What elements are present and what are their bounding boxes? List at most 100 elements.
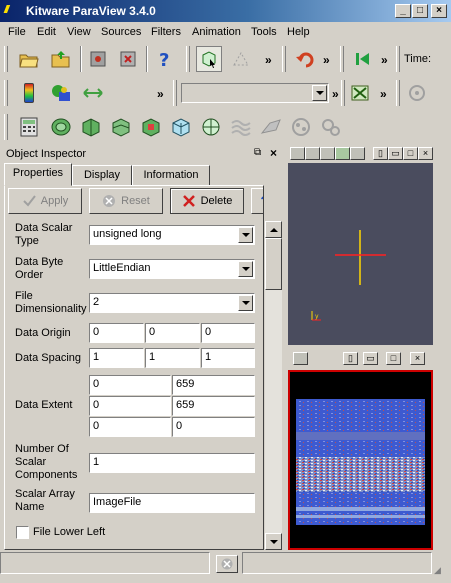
- file-lower-left-checkbox[interactable]: [16, 526, 29, 539]
- extract-level-icon[interactable]: [318, 114, 344, 140]
- num-scalar-components-input[interactable]: 1: [89, 453, 255, 473]
- data-extent-ymin-input[interactable]: 0: [89, 396, 171, 416]
- tab-display[interactable]: Display: [72, 165, 132, 186]
- save-state-icon[interactable]: [116, 46, 142, 72]
- scroll-down-button[interactable]: [265, 533, 282, 550]
- data-extent-zmax-input[interactable]: 0: [172, 417, 255, 437]
- view-camera-icon[interactable]: [290, 147, 305, 160]
- toolbar-grip[interactable]: [282, 46, 286, 72]
- minimize-button[interactable]: _: [395, 4, 411, 18]
- float-panel-icon[interactable]: ⧉: [254, 147, 261, 158]
- contour-icon[interactable]: [48, 114, 74, 140]
- close-view-icon[interactable]: ×: [410, 352, 425, 365]
- chevron-down-icon[interactable]: [312, 85, 327, 101]
- view-camera-icon[interactable]: [293, 352, 308, 365]
- data-origin-z-input[interactable]: 0: [201, 323, 255, 343]
- data-extent-xmin-input[interactable]: 0: [89, 375, 171, 395]
- file-dimensionality-select[interactable]: 2: [89, 293, 255, 313]
- clip-icon[interactable]: [78, 114, 104, 140]
- view-camera-icon[interactable]: [305, 147, 320, 160]
- warp-icon[interactable]: [258, 114, 284, 140]
- menu-filters[interactable]: Filters: [151, 25, 181, 39]
- close-view-icon[interactable]: ×: [418, 147, 433, 160]
- interact-select-icon[interactable]: [196, 46, 222, 72]
- data-extent-ymax-input[interactable]: 659: [172, 396, 255, 416]
- delete-button[interactable]: Delete: [170, 188, 244, 214]
- toolbar-grip[interactable]: [396, 46, 400, 72]
- view-camera-icon[interactable]: [350, 147, 365, 160]
- resize-grip-icon[interactable]: ◢: [434, 565, 441, 576]
- open-file-icon[interactable]: [16, 46, 42, 72]
- chevron-down-icon[interactable]: [238, 261, 253, 277]
- toolbar-grip[interactable]: [4, 46, 8, 72]
- scroll-thumb[interactable]: [265, 238, 282, 290]
- data-spacing-z-input[interactable]: 1: [201, 348, 255, 368]
- load-state-icon[interactable]: [48, 46, 74, 72]
- maximize-view-icon[interactable]: □: [386, 352, 401, 365]
- data-spacing-x-input[interactable]: 1: [89, 348, 144, 368]
- data-scalar-type-select[interactable]: unsigned long: [89, 225, 255, 245]
- menu-view[interactable]: View: [67, 25, 91, 39]
- toolbar-grip[interactable]: [4, 114, 8, 140]
- toolbar-overflow[interactable]: »: [157, 87, 163, 101]
- abort-button[interactable]: [216, 555, 238, 573]
- view-camera-icon[interactable]: [320, 147, 335, 160]
- menu-file[interactable]: File: [8, 25, 26, 39]
- toolbar-overflow[interactable]: »: [381, 53, 387, 67]
- split-horizontal-icon[interactable]: ▯: [373, 147, 388, 160]
- variable-select-dropdown[interactable]: [181, 83, 329, 103]
- toolbar-overflow[interactable]: »: [265, 53, 271, 67]
- toolbar-grip[interactable]: [4, 80, 8, 106]
- group-datasets-icon[interactable]: [288, 114, 314, 140]
- split-vertical-icon[interactable]: ▭: [363, 352, 378, 365]
- slice-icon[interactable]: [108, 114, 134, 140]
- save-data-icon[interactable]: [86, 46, 112, 72]
- undo-icon[interactable]: [292, 46, 318, 72]
- tab-properties[interactable]: Properties: [4, 163, 72, 186]
- menu-animation[interactable]: Animation: [192, 25, 241, 39]
- calculator-icon[interactable]: [16, 114, 42, 140]
- menu-tools[interactable]: Tools: [251, 25, 277, 39]
- data-origin-y-input[interactable]: 0: [145, 323, 200, 343]
- properties-scrollbar[interactable]: [265, 221, 282, 550]
- reset-button[interactable]: Reset: [89, 188, 163, 214]
- title-bar[interactable]: /// Kitware ParaView 3.4.0 _ □ ×: [0, 0, 451, 22]
- render-canvas-top[interactable]: y: [288, 163, 433, 345]
- extract-subset-icon[interactable]: [168, 114, 194, 140]
- menu-sources[interactable]: Sources: [101, 25, 141, 39]
- menu-edit[interactable]: Edit: [37, 25, 56, 39]
- render-canvas-bottom-active[interactable]: [288, 370, 433, 550]
- color-legend-icon[interactable]: [16, 80, 42, 106]
- chevron-down-icon[interactable]: [238, 295, 253, 311]
- data-spacing-y-input[interactable]: 1: [145, 348, 200, 368]
- data-extent-xmax-input[interactable]: 659: [172, 375, 255, 395]
- stream-tracer-icon[interactable]: [228, 114, 254, 140]
- menu-help[interactable]: Help: [287, 25, 310, 39]
- scalar-array-name-input[interactable]: ImageFile: [89, 493, 255, 513]
- select-cells-icon[interactable]: [228, 46, 254, 72]
- data-extent-zmin-input[interactable]: 0: [89, 417, 171, 437]
- close-button[interactable]: ×: [431, 4, 447, 18]
- toolbar-overflow[interactable]: »: [323, 53, 329, 67]
- first-frame-icon[interactable]: [350, 46, 376, 72]
- apply-button[interactable]: Apply: [8, 188, 82, 214]
- split-vertical-icon[interactable]: ▭: [388, 147, 403, 160]
- reset-camera-icon[interactable]: [347, 80, 373, 106]
- edit-color-map-icon[interactable]: [48, 80, 74, 106]
- toolbar-grip[interactable]: [396, 80, 400, 106]
- toolbar-grip[interactable]: [173, 80, 177, 106]
- rescale-range-icon[interactable]: [80, 80, 106, 106]
- toolbar-grip[interactable]: [186, 46, 190, 72]
- toolbar-overflow[interactable]: »: [332, 87, 338, 101]
- scroll-up-button[interactable]: [265, 221, 282, 238]
- chevron-down-icon[interactable]: [238, 227, 253, 243]
- glyph-icon[interactable]: [198, 114, 224, 140]
- threshold-icon[interactable]: [138, 114, 164, 140]
- help-icon[interactable]: ?: [152, 46, 178, 72]
- help-button[interactable]: ?: [251, 188, 263, 214]
- maximize-button[interactable]: □: [412, 4, 428, 18]
- data-origin-x-input[interactable]: 0: [89, 323, 144, 343]
- close-panel-icon[interactable]: ×: [270, 146, 277, 160]
- tab-information[interactable]: Information: [132, 165, 210, 186]
- toolbar-grip[interactable]: [340, 46, 344, 72]
